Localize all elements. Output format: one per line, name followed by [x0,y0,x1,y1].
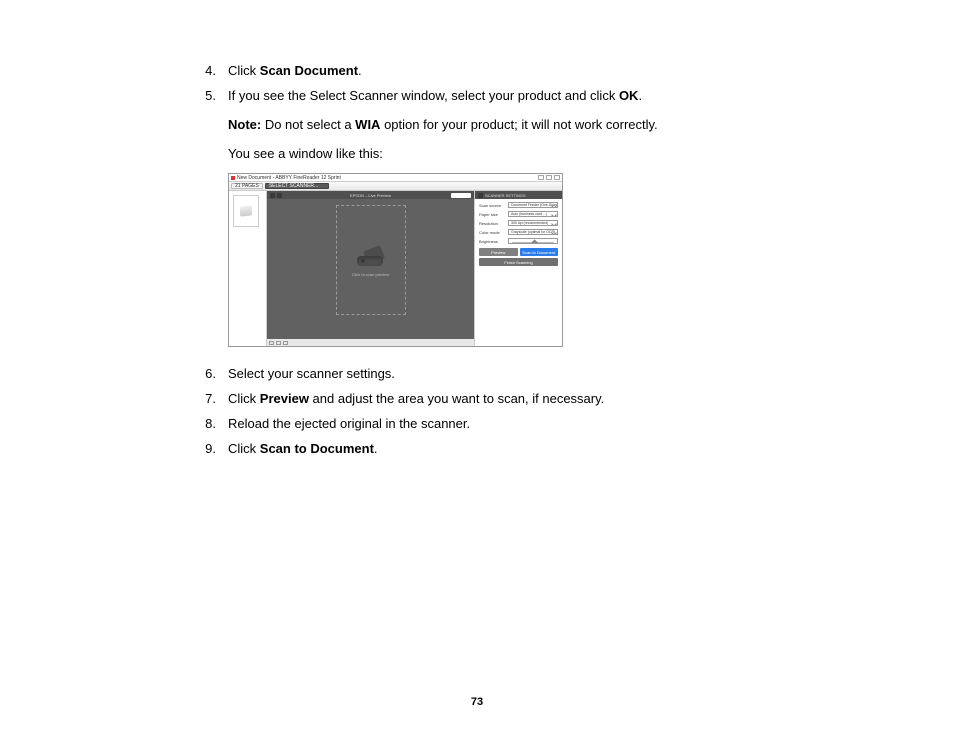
footer-btn-2[interactable] [276,341,281,345]
settings-rows: Scan source Document Feeder (One-Sided) … [475,199,562,269]
footer-btn-1[interactable] [269,341,274,345]
step-6: 6. Select your scanner settings. [200,365,754,384]
app-window: New Document - ABBYY FineReader 12 Sprin… [229,174,562,346]
thumbnail-panel [229,191,267,346]
step-5-number: 5. [200,87,228,106]
lead-paragraph: You see a window like this: [228,145,754,164]
page-number: 73 [0,696,954,708]
toolbar: 21 PAGES SELECT SCANNER... [229,182,562,191]
step-9-number: 9. [200,440,228,459]
scan-source-label: Scan source [479,203,505,208]
note-pre: Do not select a [261,117,355,132]
resolution-select[interactable]: 300 dpi (recommended) [508,220,558,226]
brightness-label: Brightness [479,239,505,244]
step-4-number: 4. [200,62,228,81]
step-7-bold: Preview [260,391,309,406]
nav-next-icon[interactable] [277,193,282,198]
title-bar: New Document - ABBYY FineReader 12 Sprin… [229,174,562,182]
pages-dropdown[interactable]: 21 PAGES [231,183,263,189]
close-button[interactable] [554,175,560,180]
step-4-text: Click Scan Document. [228,62,754,81]
paper-size-row: Paper size Auto (business card ...) [479,211,558,217]
note-bold: WIA [355,117,380,132]
step-6-number: 6. [200,365,228,384]
step-9-pre: Click [228,441,260,456]
step-5-bold: OK [619,88,639,103]
step-7-number: 7. [200,390,228,409]
document-page: 4. Click Scan Document. 5. If you see th… [0,0,954,459]
step-7-pre: Click [228,391,260,406]
step-8: 8. Reload the ejected original in the sc… [200,415,754,434]
scanner-icon [240,206,252,217]
preview-title: EPSON – Live Preview [350,193,391,198]
app-body: EPSON – Live Preview Click to scan previ… [229,191,562,346]
step-7-post: and adjust the area you want to scan, if… [309,391,604,406]
scan-to-document-button[interactable]: Scan to Document [520,248,559,256]
action-buttons: Preview Scan to Document [479,248,558,256]
color-mode-row: Color mode Grayscale (optimal for OCR) [479,229,558,235]
page-thumbnail[interactable] [233,195,259,227]
zoom-field[interactable] [451,193,471,198]
step-9-bold: Scan to Document [260,441,374,456]
minimize-button[interactable] [538,175,544,180]
brightness-row: Brightness [479,238,558,244]
window-title: New Document - ABBYY FineReader 12 Sprin… [237,175,536,181]
step-4-pre: Click [228,63,260,78]
note-paragraph: Note: Do not select a WIA option for you… [228,116,754,135]
paper-size-select[interactable]: Auto (business card ...) [508,211,558,217]
color-mode-select[interactable]: Grayscale (optimal for OCR) [508,229,558,235]
step-5-pre: If you see the Select Scanner window, se… [228,88,619,103]
note-post: option for your product; it will not wor… [380,117,657,132]
paper-size-label: Paper size [479,212,505,217]
step-5-text: If you see the Select Scanner window, se… [228,87,754,106]
preview-button[interactable]: Preview [479,248,518,256]
preview-footer [267,339,474,346]
step-5: 5. If you see the Select Scanner window,… [200,87,754,106]
nav-prev-icon[interactable] [270,193,275,198]
scan-source-row: Scan source Document Feeder (One-Sided) [479,202,558,208]
step-9-post: . [374,441,378,456]
step-6-text: Select your scanner settings. [228,365,754,384]
preview-header: EPSON – Live Preview [267,191,474,199]
step-4-bold: Scan Document [260,63,358,78]
settings-panel: SCANNER SETTINGS Scan source Document Fe… [474,191,562,346]
footer-btn-3[interactable] [283,341,288,345]
brightness-slider[interactable] [508,238,558,244]
step-4: 4. Click Scan Document. [200,62,754,81]
app-icon [231,176,235,180]
step-4-post: . [358,63,362,78]
screenshot-figure: New Document - ABBYY FineReader 12 Sprin… [228,173,563,347]
step-7-text: Click Preview and adjust the area you wa… [228,390,754,409]
step-7: 7. Click Preview and adjust the area you… [200,390,754,409]
chevron-left-icon[interactable] [478,193,483,198]
scanner-illustration-icon [357,244,385,266]
color-mode-label: Color mode [479,230,505,235]
preview-panel: EPSON – Live Preview Click to scan previ… [267,191,474,346]
settings-title: SCANNER SETTINGS [485,193,526,198]
resolution-row: Resolution 300 dpi (recommended) [479,220,558,226]
maximize-button[interactable] [546,175,552,180]
step-9-text: Click Scan to Document. [228,440,754,459]
step-8-number: 8. [200,415,228,434]
preview-hint: Click to scan preview [352,272,390,277]
note-label: Note: [228,117,261,132]
settings-header: SCANNER SETTINGS [475,191,562,199]
step-8-text: Reload the ejected original in the scann… [228,415,754,434]
finish-scanning-button[interactable]: Finish Scanning [479,258,558,266]
preview-frame[interactable]: Click to scan preview [336,205,406,315]
step-9: 9. Click Scan to Document. [200,440,754,459]
scan-source-select[interactable]: Document Feeder (One-Sided) [508,202,558,208]
select-scanner-button[interactable]: SELECT SCANNER... [265,183,329,189]
resolution-label: Resolution [479,221,505,226]
step-5-post: . [638,88,642,103]
